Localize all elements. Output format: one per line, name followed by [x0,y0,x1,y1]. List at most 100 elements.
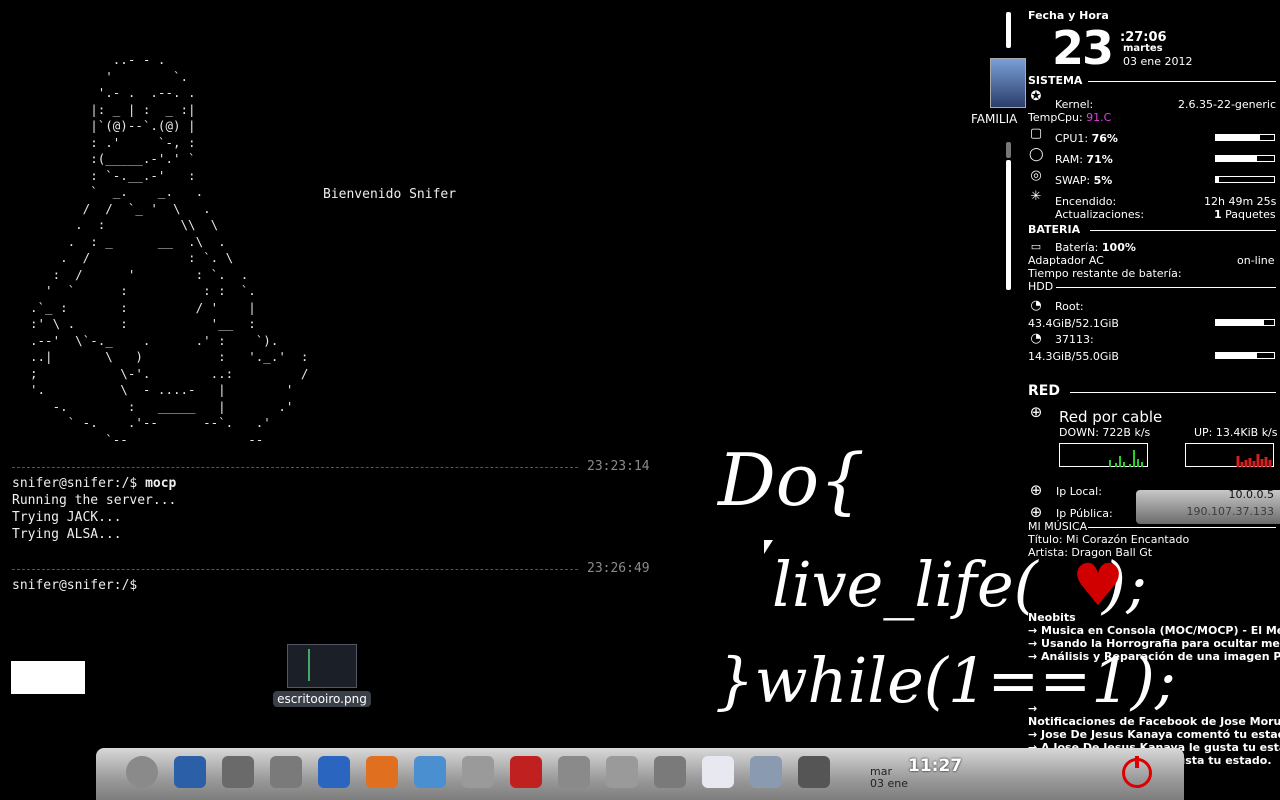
section-bateria: BATERIA [1028,223,1081,236]
plus-circle-icon: ⊕ [1029,481,1043,499]
kernel-label: Kernel: [1055,98,1094,111]
ip-local-label: Ip Local: [1056,485,1102,498]
divider [1056,287,1276,288]
pdf-icon-glyph [222,756,254,788]
globe-icon: ⊕ [1029,403,1043,421]
divider [1088,81,1276,82]
tiempo-label: Tiempo restante de batería: [1028,267,1182,280]
chat-icon-glyph [558,756,590,788]
system-monitor-icon[interactable] [506,752,546,792]
red-por-cable: Red por cable [1059,408,1163,426]
down-speed: DOWN: 722B k/s [1059,426,1151,439]
fb-item[interactable]: → Jose De Jesus Kanaya comentó tu estad [1028,728,1280,741]
prompt-separator [12,467,578,468]
dock-clock[interactable]: 11:27 [908,756,962,776]
firefox-icon[interactable] [362,752,402,792]
headphones-icon-glyph [654,756,686,788]
dock-date[interactable]: mar 03 ene [870,766,908,790]
root-label: Root: [1055,300,1084,313]
scroll-bar[interactable] [1006,142,1011,158]
feed-title: Neobits [1028,611,1076,624]
hearts-icon-glyph [462,756,494,788]
text-editor-icon[interactable] [698,752,738,792]
section-sistema: SISTEMA [1028,74,1083,87]
headphones-icon[interactable] [650,752,690,792]
dictionary-icon-glyph [318,756,350,788]
disk-pie-icon: ◔ [1030,331,1042,346]
plus-circle-icon: ⊕ [1029,503,1043,521]
prompt: snifer@snifer:/$ [12,476,146,491]
upload-graph [1185,443,1274,467]
prompt-timestamp: 23:26:49 [587,561,650,576]
users-icon-glyph [750,756,782,788]
ip-publica-label: Ip Pública: [1056,507,1113,520]
feed-item[interactable]: → Análisis y Reparación de una imagen PN [1028,650,1280,663]
day-number: 23 [1052,21,1114,75]
weekday: martes [1123,43,1163,54]
uptime-icon: ✳ [1030,189,1042,204]
wallpaper-text: Do{ [718,438,865,522]
hearts-icon[interactable] [458,752,498,792]
music-title: Título: Mi Corazón Encantado [1028,533,1190,546]
section-red: RED [1028,383,1060,399]
command: mocp [145,476,177,491]
scanner-icon[interactable] [266,752,306,792]
date: 03 ene 2012 [1123,55,1193,68]
root-value: 43.4GiB/52.1GiB [1028,317,1119,330]
feed-item[interactable]: → Musica en Consola (MOC/MOCP) - El Me [1028,624,1280,637]
ubuntu-icon: ✪ [1030,89,1042,104]
photo-caption: FAMILIA [971,112,1018,126]
feed-item[interactable]: → Usando la Horrografia para ocultar men [1028,637,1280,650]
adaptador-value: on-line [1237,254,1275,267]
actualizaciones-label: Actualizaciones: [1055,208,1145,221]
bateria-label: Batería: 100% [1055,241,1136,254]
encendido-label: Encendido: [1055,195,1117,208]
heart-icon: ♥ [1072,551,1124,619]
battery-icon: ▭ [1030,240,1042,253]
dictionary-icon[interactable] [314,752,354,792]
firefox-icon-glyph [366,756,398,788]
scroll-bar[interactable] [1006,160,1011,290]
swap-bar [1215,176,1275,183]
fb-title: Notificaciones de Facebook de Jose Morun [1028,715,1280,728]
microphone-icon[interactable] [602,752,642,792]
photo-thumbnail[interactable] [990,58,1026,108]
system-monitor-icon-glyph [510,756,542,788]
disk2-label: 37113: [1055,333,1094,346]
terminal-prompt[interactable]: snifer@snifer:/$ [12,578,137,593]
prompt-separator [12,569,578,570]
ram-label: RAM: 71% [1055,153,1113,166]
feed-item: → [1028,702,1038,715]
bot-icon[interactable] [410,752,450,792]
power-icon[interactable] [1122,756,1152,788]
pdf-icon[interactable] [218,752,258,792]
bot-icon-glyph [414,756,446,788]
monitor-icon[interactable] [170,752,210,792]
ascii-art-tux: ..- - . ' `. '.- . .--. . |: _ | : _ :| … [30,52,309,447]
scroll-bar[interactable] [1006,12,1011,48]
desktop-file-icon[interactable]: escritooiro.png [273,644,371,707]
download-graph [1059,443,1148,467]
music-artist: Artista: Dragon Ball Gt [1028,546,1153,559]
terminal-icon[interactable] [794,752,834,792]
swap-icon: ◎ [1030,168,1042,183]
terminal-line[interactable]: snifer@snifer:/$ mocp [12,476,176,491]
terminal-output: Trying JACK... [12,510,122,525]
tempcpu-label: TempCpu: 91.C [1028,111,1112,124]
ubuntu-icon[interactable] [122,752,162,792]
root-bar [1215,319,1275,326]
encendido-value: 12h 49m 25s [1204,195,1277,208]
users-icon[interactable] [746,752,786,792]
divider [1088,527,1276,528]
kernel-value: 2.6.35-22-generic [1178,98,1277,111]
welcome-text: Bienvenido Snifer [323,187,457,202]
ram-bar [1215,155,1275,162]
ip-popup[interactable]: 10.0.0.5 190.107.37.133 [1136,488,1280,524]
disk2-bar [1215,352,1275,359]
ubuntu-icon-glyph [126,756,158,788]
tempcpu-value: 91.C [1086,111,1112,124]
chat-icon[interactable] [554,752,594,792]
cpu-label: CPU1: 76% [1055,132,1118,145]
adaptador-label: Adaptador AC [1028,254,1104,267]
scanner-icon-glyph [270,756,302,788]
